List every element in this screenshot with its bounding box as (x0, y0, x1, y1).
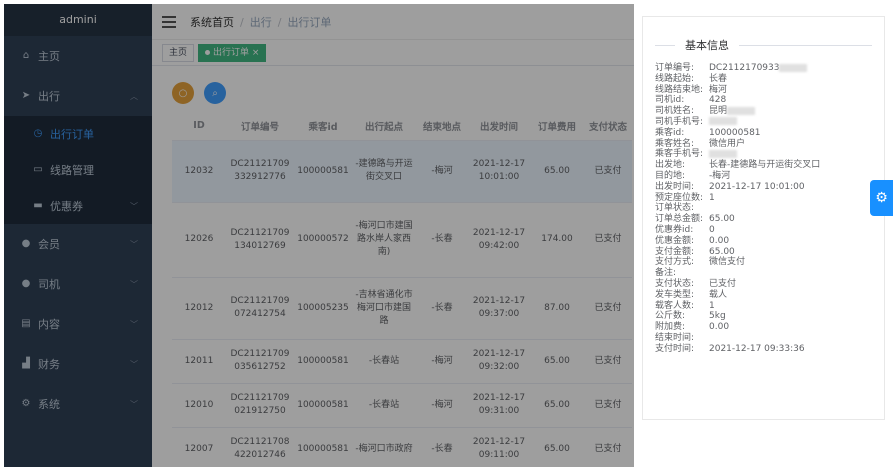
info-value: -梅河 (709, 170, 731, 181)
info-label: 优惠券id: (655, 224, 694, 235)
info-row: 线路起始: 长春 (655, 74, 872, 85)
info-row: 发车类型: 载人 (655, 290, 872, 301)
info-row: 支付方式: 微信支付 (655, 257, 872, 268)
info-label: 结束时间: (655, 332, 695, 343)
info-label: 出发时间: (655, 181, 695, 192)
info-value: 2021-12-17 10:01:00 (709, 181, 805, 192)
info-value: 0.00 (709, 322, 730, 333)
info-row: 订单编号: DC2112170933 (655, 63, 872, 74)
info-row: 出发地: 长春-建德路与开运街交叉口 (655, 160, 872, 171)
info-value: 0.00 (709, 235, 730, 246)
info-row: 订单状态: (655, 203, 872, 214)
info-label: 线路起始: (655, 73, 695, 84)
info-label: 发车类型: (655, 289, 695, 300)
info-label: 备注: (655, 268, 677, 279)
info-list: 订单编号: DC2112170933 线路起始: 长春 线路结束地: 梅河司机id: 428… (655, 63, 872, 355)
info-label: 支付状态: (655, 278, 695, 289)
info-row: 载客人数: 1 (655, 301, 872, 312)
info-value: 0 (709, 224, 715, 235)
info-row: 支付状态: 已支付 (655, 279, 872, 290)
info-value: 5kg (709, 311, 726, 322)
info-label: 支付方式: (655, 257, 695, 268)
info-value: 1 (709, 192, 715, 203)
info-row: 司机id: 428 (655, 95, 872, 106)
info-value: 65.00 (709, 246, 735, 257)
info-row: 结束时间: (655, 333, 872, 344)
redacted-mask (709, 117, 737, 126)
info-label: 订单状态: (655, 203, 695, 214)
info-label: 支付时间: (655, 343, 695, 354)
info-row: 支付时间: 2021-12-17 09:33:36 (655, 344, 872, 355)
info-row: 乘客姓名: 微信用户 (655, 139, 872, 150)
info-row: 乘客id: 100000581 (655, 128, 872, 139)
info-label: 优惠金额: (655, 235, 695, 246)
info-row: 司机姓名: 昆明 (655, 106, 872, 117)
info-label: 订单编号: (655, 63, 695, 73)
info-row: 优惠金额: 0.00 (655, 236, 872, 247)
info-label: 目的地: (655, 170, 686, 181)
info-label: 乘客id: (655, 127, 685, 138)
info-label: 订单总金额: (655, 214, 704, 225)
info-label: 公斤数: (655, 311, 686, 322)
section-title: 基本信息 (685, 39, 729, 52)
info-row: 出发时间: 2021-12-17 10:01:00 (655, 182, 872, 193)
info-value: 载人 (709, 289, 728, 300)
info-value: 长春-建德路与开运街交叉口 (709, 160, 821, 171)
detail-drawer: 基本信息 订单编号: DC2112170933 线路起始: 长春 线路结束地: 梅河 司机i… (634, 4, 893, 467)
info-row: 线路结束地: 梅河 (655, 85, 872, 96)
info-value: 微信用户 (709, 138, 746, 149)
settings-gear-button[interactable]: ⚙ (870, 180, 893, 216)
info-value: DC2112170933 (709, 63, 780, 73)
info-label: 司机id: (655, 95, 685, 106)
info-row: 订单总金额: 65.00 (655, 214, 872, 225)
info-row: 乘客手机号: (655, 149, 872, 160)
info-row: 公斤数: 5kg (655, 311, 872, 322)
info-value: 梅河 (709, 84, 728, 95)
info-label: 司机手机号: (655, 116, 704, 127)
section-divider: 基本信息 (655, 37, 872, 53)
info-row: 预定座位数: 1 (655, 193, 872, 204)
info-value: 65.00 (709, 214, 735, 225)
info-row: 备注: (655, 268, 872, 279)
info-label: 支付金额: (655, 246, 695, 257)
info-label: 线路结束地: (655, 84, 704, 95)
info-value: 昆明 (709, 106, 728, 117)
redacted-mask (709, 149, 737, 158)
info-value: 微信支付 (709, 257, 746, 268)
modal-overlay[interactable] (4, 4, 634, 467)
info-row: 优惠券id: 0 (655, 225, 872, 236)
info-value: 100000581 (709, 127, 761, 138)
gear-icon: ⚙ (875, 190, 888, 206)
info-label: 载客人数: (655, 300, 695, 311)
info-row: 司机手机号: (655, 117, 872, 128)
info-row: 支付金额: 65.00 (655, 247, 872, 258)
info-value: 2021-12-17 09:33:36 (709, 343, 805, 354)
info-row: 附加费: 0.00 (655, 322, 872, 333)
info-value: 428 (709, 95, 727, 106)
info-card: 基本信息 订单编号: DC2112170933 线路起始: 长春 线路结束地: 梅河 司机i… (642, 16, 885, 420)
redacted-mask (727, 106, 756, 115)
info-value: 长春 (709, 73, 728, 84)
info-label: 司机姓名: (655, 106, 695, 117)
info-label: 乘客手机号: (655, 149, 704, 160)
info-row: 目的地: -梅河 (655, 171, 872, 182)
redacted-mask (779, 63, 808, 72)
info-value: 1 (709, 300, 715, 311)
info-value: 已支付 (709, 278, 737, 289)
info-label: 预定座位数: (655, 192, 704, 203)
info-label: 乘客姓名: (655, 138, 695, 149)
info-label: 出发地: (655, 160, 686, 171)
info-label: 附加费: (655, 322, 686, 333)
